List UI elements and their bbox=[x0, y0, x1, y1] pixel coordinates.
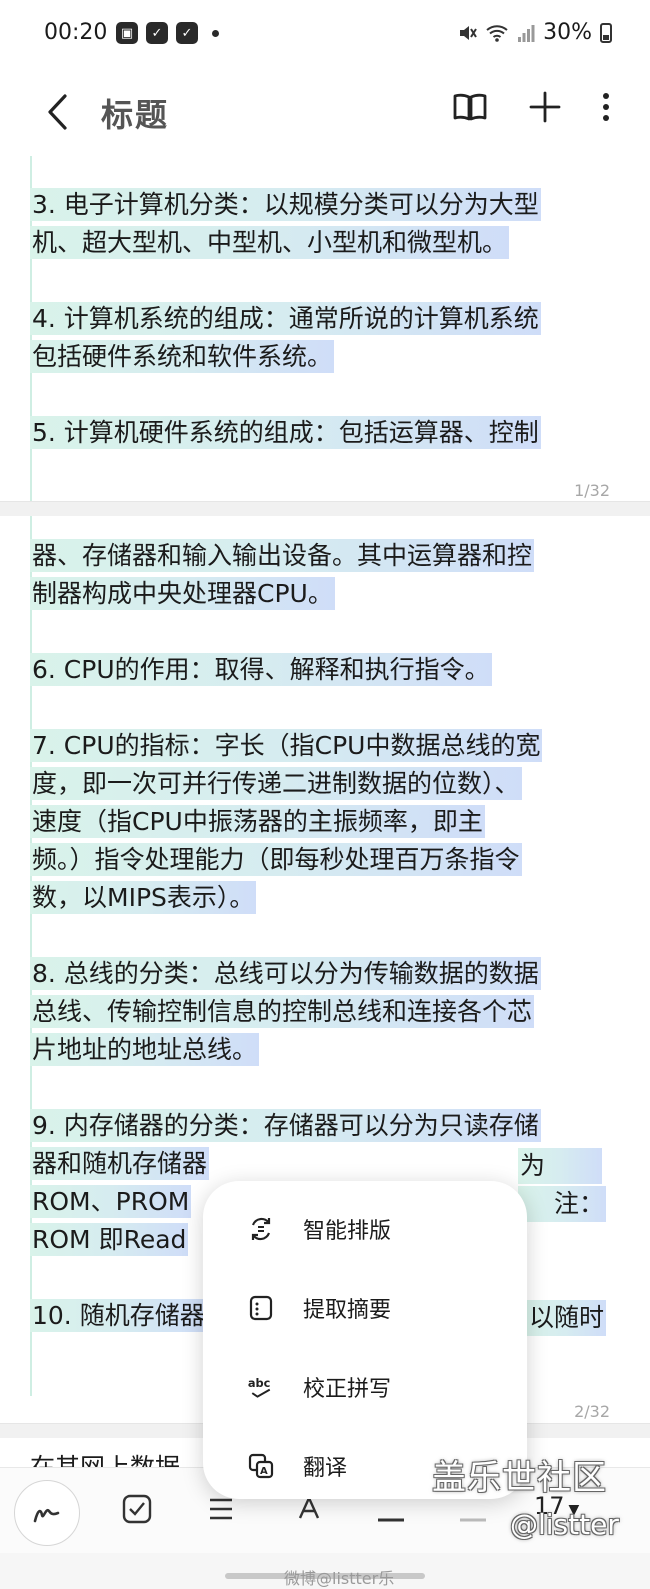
battery-icon bbox=[600, 22, 612, 43]
book-icon[interactable] bbox=[452, 91, 488, 123]
svg-text:A: A bbox=[260, 1466, 268, 1477]
status-time: 00:20 bbox=[44, 20, 108, 45]
page-1-text[interactable]: 3. 电子计算机分类：以规模分类可以分为大型 机、超大型机、中型机、小型机和微型… bbox=[30, 188, 614, 455]
battery-percent: 30% bbox=[543, 20, 592, 45]
menu-item-label: 翻译 bbox=[303, 1456, 348, 1481]
signal-icon bbox=[518, 24, 535, 42]
text-line: 制器构成中央处理器CPU。 bbox=[30, 577, 335, 610]
text-line: 频。）指令处理能力（即每秒处理百万条指令 bbox=[30, 843, 522, 876]
watermark-community: 盖乐世社区 bbox=[432, 1458, 607, 1498]
page-title[interactable]: 标题 bbox=[101, 90, 169, 136]
text-line: 8. 总线的分类：总线可以分为传输数据的数据 bbox=[30, 957, 541, 990]
check-app-icon: ✓ bbox=[176, 22, 198, 44]
checkbox-icon[interactable] bbox=[122, 1494, 152, 1524]
text-line: 速度（指CPU中振荡器的主振频率，即主 bbox=[30, 805, 485, 838]
text-line: 3. 电子计算机分类：以规模分类可以分为大型 bbox=[30, 188, 541, 221]
status-bar: 00:20 ▣ ✓ ✓ 30% bbox=[0, 0, 650, 70]
menu-item-spell-check[interactable]: abc 校正拼写 bbox=[203, 1349, 527, 1425]
watermark-weibo: 微博@listter乐 bbox=[284, 1569, 395, 1588]
text-line: 度，即一次可并行传递二进制数据的位数）、 bbox=[30, 767, 522, 800]
wifi-icon bbox=[486, 24, 508, 42]
menu-item-smart-layout[interactable]: 智能排版 bbox=[203, 1191, 527, 1267]
text-line: 器、存储器和输入输出设备。其中运算器和控 bbox=[30, 539, 535, 572]
dot-icon bbox=[212, 29, 219, 37]
text-line: 4. 计算机系统的组成：通常所说的计算机系统 bbox=[30, 302, 541, 335]
status-notification-icons: ▣ ✓ ✓ bbox=[116, 22, 219, 44]
text-line: 7. CPU的指标：字长（指CPU中数据总线的宽 bbox=[30, 729, 543, 762]
status-system-icons: 30% bbox=[457, 20, 612, 45]
watermark-handle: @listter bbox=[510, 1508, 619, 1541]
text-line: 片地址的地址总线。 bbox=[30, 1033, 260, 1066]
menu-item-label: 校正拼写 bbox=[303, 1377, 392, 1402]
smart-layout-icon bbox=[251, 1217, 271, 1241]
app-bar: 标题 bbox=[0, 70, 650, 156]
menu-item-extract-summary[interactable]: 提取摘要 bbox=[203, 1270, 527, 1346]
text-line: 数，以MIPS表示）。 bbox=[30, 881, 257, 914]
appbar-actions bbox=[452, 90, 610, 124]
text-line: 5. 计算机硬件系统的组成：包括运算器、控制 bbox=[30, 416, 541, 449]
menu-item-label: 智能排版 bbox=[303, 1219, 392, 1244]
back-icon bbox=[48, 94, 67, 130]
text-line: 包括硬件系统和软件系统。 bbox=[30, 340, 335, 373]
mute-icon bbox=[460, 25, 477, 40]
text-line: 总线、传输控制信息的控制总线和连接各个芯 bbox=[30, 995, 535, 1028]
gallery-icon: ▣ bbox=[116, 22, 138, 44]
extract-summary-icon bbox=[249, 1295, 273, 1321]
more-icon[interactable] bbox=[602, 92, 610, 122]
translate-icon: A bbox=[248, 1453, 274, 1479]
check-app-icon: ✓ bbox=[146, 22, 168, 44]
document-page-1: 3. 电子计算机分类：以规模分类可以分为大型 机、超大型机、中型机、小型机和微型… bbox=[0, 156, 650, 501]
plus-icon[interactable] bbox=[528, 90, 562, 124]
text-line: 9. 内存储器的分类：存储器可以分为只读存储 bbox=[30, 1109, 541, 1142]
svg-text:abc: abc bbox=[248, 1376, 271, 1390]
menu-item-label: 提取摘要 bbox=[303, 1298, 392, 1323]
page-number: 1/32 bbox=[574, 481, 610, 500]
page-number: 2/32 bbox=[574, 1402, 610, 1421]
page-divider bbox=[0, 501, 650, 517]
text-line: 6. CPU的作用：取得、解释和执行指令。 bbox=[30, 653, 492, 686]
spell-check-icon: abc bbox=[248, 1376, 271, 1398]
pen-button[interactable] bbox=[14, 1480, 80, 1546]
text-line: 机、超大型机、中型机、小型机和微型机。 bbox=[30, 226, 510, 259]
back-button[interactable] bbox=[40, 90, 80, 134]
pen-icon bbox=[33, 1508, 60, 1523]
